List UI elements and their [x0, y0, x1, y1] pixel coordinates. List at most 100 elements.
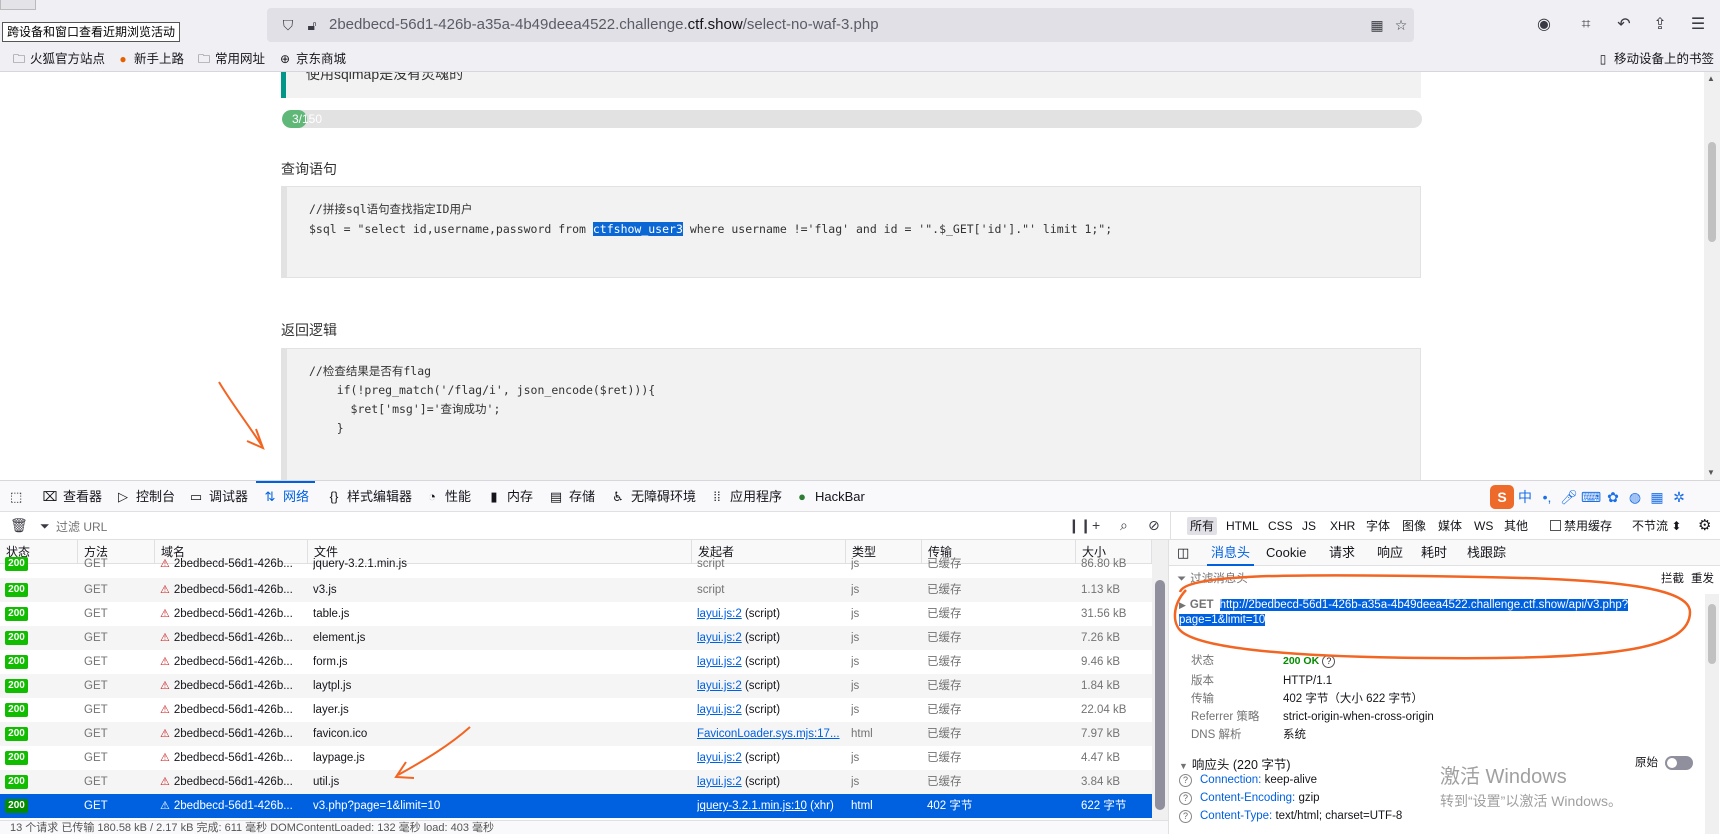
- table-row[interactable]: 200 GET ⚠ 2bedbecd-56d1-426b... jquery-3.2.1…: [0, 552, 1152, 576]
- search-icon[interactable]: ⌕: [1120, 517, 1128, 534]
- table-row[interactable]: 200 GET ⚠ 2bedbecd-56d1-426b... element.js la…: [0, 626, 1152, 650]
- table-row[interactable]: 200 GET ⚠ 2bedbecd-56d1-426b... util.js layui…: [0, 770, 1152, 794]
- sogou-icon[interactable]: S: [1490, 485, 1514, 509]
- raw-toggle[interactable]: [1665, 756, 1693, 770]
- table-row[interactable]: 200 GET ⚠ 2bedbecd-56d1-426b... laypage.js la…: [0, 746, 1152, 770]
- tab-hackbar[interactable]: ● HackBar: [794, 481, 865, 512]
- star-icon[interactable]: ☆: [1392, 16, 1410, 34]
- tab-debugger[interactable]: ▭ 调试器: [188, 481, 248, 512]
- tab-response[interactable]: 响应: [1377, 540, 1403, 566]
- tab-timings[interactable]: 耗时: [1421, 540, 1447, 566]
- ime-mic-icon[interactable]: 🎤︎: [1558, 484, 1580, 510]
- cell-transfer: 402 字节: [927, 800, 973, 812]
- screenshot-icon[interactable]: ⌗: [1576, 15, 1596, 35]
- request-url-line[interactable]: ▶ GET http://2bedbecd-56d1-426b-a35a-4b49d…: [1179, 598, 1709, 628]
- filter-headers-input[interactable]: ⏷ 过滤消息头: [1177, 570, 1248, 586]
- tab-stack-trace[interactable]: 栈跟踪: [1467, 540, 1506, 566]
- details-scrollbar[interactable]: [1705, 594, 1719, 834]
- type-filter-js[interactable]: JS: [1299, 517, 1319, 535]
- tab-cookie[interactable]: Cookie: [1266, 540, 1306, 566]
- table-row[interactable]: 200 GET ⚠ 2bedbecd-56d1-426b... form.js layui…: [0, 650, 1152, 674]
- undo-icon[interactable]: ↶: [1614, 15, 1634, 35]
- filter-url-input[interactable]: 过滤 URL: [56, 518, 107, 535]
- tab-style-editor[interactable]: {} 样式编辑器: [326, 481, 412, 512]
- help-icon[interactable]: ?: [1179, 792, 1192, 805]
- selected-table-name[interactable]: ctfshow_user3: [592, 222, 683, 236]
- block-button[interactable]: 拦截: [1661, 570, 1684, 586]
- help-icon[interactable]: ?: [1179, 810, 1192, 823]
- cell-status: 200: [0, 552, 78, 576]
- account-icon[interactable]: ◉: [1534, 15, 1554, 35]
- qr-code-icon[interactable]: ▦: [1368, 16, 1386, 34]
- block-icon[interactable]: ⊘: [1148, 517, 1160, 534]
- tab-stub[interactable]: [0, 0, 36, 10]
- checkbox-box[interactable]: [1550, 520, 1561, 531]
- scroll-thumb[interactable]: [1708, 604, 1716, 664]
- mobile-bookmarks[interactable]: ▯ 移动设备上的书签: [1596, 50, 1714, 68]
- tab-application[interactable]: ⁞⁞ 应用程序: [709, 481, 782, 512]
- ime-settings-icon[interactable]: ✲: [1668, 484, 1690, 510]
- url-text[interactable]: 2bedbecd-56d1-426b-a35a-4b49deea4522.cha…: [329, 16, 879, 34]
- table-scrollbar[interactable]: [1152, 540, 1168, 820]
- pause-icon[interactable]: ❙❙: [1068, 517, 1091, 534]
- trash-icon[interactable]: 🗑︎: [10, 517, 28, 534]
- tab-request[interactable]: 请求: [1329, 540, 1355, 566]
- type-filter-ws[interactable]: WS: [1471, 517, 1496, 535]
- page-scrollbar[interactable]: ▲ ▼: [1704, 72, 1720, 480]
- help-icon[interactable]: ?: [1322, 655, 1336, 668]
- disable-cache-checkbox[interactable]: 禁用缓存: [1547, 517, 1615, 535]
- bookmark-item[interactable]: ⊕ 京东商城: [278, 50, 346, 68]
- table-row[interactable]: 200 GET ⚠ 2bedbecd-56d1-426b... v3.js script j…: [0, 578, 1152, 602]
- response-headers-toggle[interactable]: ▼ 响应头 (220 字节): [1179, 754, 1291, 773]
- tab-network[interactable]: ⇅ 网络: [256, 481, 316, 512]
- tab-headers[interactable]: 消息头: [1207, 540, 1255, 566]
- type-filter-html[interactable]: HTML: [1223, 517, 1262, 535]
- type-filter-media[interactable]: 媒体: [1435, 517, 1465, 535]
- expand-icon[interactable]: ▶: [1179, 600, 1186, 610]
- ime-keyboard-icon[interactable]: ⌨: [1580, 484, 1602, 510]
- scroll-thumb[interactable]: [1708, 142, 1716, 242]
- table-row[interactable]: 200 GET ⚠ 2bedbecd-56d1-426b... v3.php?page=…: [0, 794, 1152, 818]
- type-filter-other[interactable]: 其他: [1501, 517, 1531, 535]
- scroll-down-icon[interactable]: ▼: [1707, 468, 1715, 477]
- scroll-thumb[interactable]: [1155, 580, 1165, 810]
- panel-toggle-icon[interactable]: ◫: [1177, 540, 1189, 566]
- table-row[interactable]: 200 GET ⚠ 2bedbecd-56d1-426b... layer.js layu…: [0, 698, 1152, 722]
- plus-icon[interactable]: +: [1092, 517, 1100, 533]
- bookmark-item[interactable]: ● 新手上路: [116, 50, 184, 68]
- tab-inspector[interactable]: ⌧ 查看器: [42, 481, 103, 512]
- scroll-up-icon[interactable]: ▲: [1707, 74, 1715, 83]
- type-filter-font[interactable]: 字体: [1363, 517, 1393, 535]
- tab-storage[interactable]: ▤ 存储: [548, 481, 595, 512]
- table-row[interactable]: 200 GET ⚠ 2bedbecd-56d1-426b... laytpl.js lay…: [0, 674, 1152, 698]
- table-row[interactable]: 200 GET ⚠ 2bedbecd-56d1-426b... table.js layu…: [0, 602, 1152, 626]
- ime-game-icon[interactable]: ◍: [1624, 484, 1646, 510]
- type-filter-image[interactable]: 图像: [1399, 517, 1429, 535]
- tab-memory[interactable]: ▮ 内存: [486, 481, 533, 512]
- pick-element-icon[interactable]: ⬚: [10, 481, 22, 512]
- type-filter-xhr[interactable]: XHR: [1327, 517, 1358, 535]
- type-filter-css[interactable]: CSS: [1265, 517, 1296, 535]
- tab-accessibility[interactable]: ♿︎ 无障碍环境: [610, 481, 696, 512]
- url-bar[interactable]: ⛉ 🔓︎ 2bedbecd-56d1-426b-a35a-4b49deea452…: [267, 8, 1414, 42]
- tab-console[interactable]: ▷ 控制台: [115, 481, 175, 512]
- help-icon[interactable]: ?: [1179, 774, 1192, 787]
- share-icon[interactable]: ⇪: [1650, 15, 1670, 35]
- insecure-lock-icon[interactable]: 🔓︎: [303, 16, 321, 34]
- ime-skin-icon[interactable]: ✿: [1602, 484, 1624, 510]
- menu-icon[interactable]: ☰: [1688, 15, 1708, 35]
- type-filter-all[interactable]: 所有: [1187, 517, 1218, 535]
- bookmark-item[interactable]: 🗀 火狐官方站点: [12, 50, 105, 68]
- table-row[interactable]: 200 GET ⚠ 2bedbecd-56d1-426b... favicon.ico F…: [0, 722, 1152, 746]
- ime-punct-icon[interactable]: •,: [1536, 484, 1558, 510]
- ime-chinese-icon[interactable]: 中: [1514, 484, 1536, 510]
- gear-icon[interactable]: ⚙: [1695, 517, 1714, 535]
- bookmark-item[interactable]: 🗀 常用网址: [197, 50, 265, 68]
- tab-performance[interactable]: ◔ 性能: [424, 481, 471, 512]
- resend-button[interactable]: 重发: [1691, 570, 1714, 586]
- ime-apps-icon[interactable]: ▦: [1646, 484, 1668, 510]
- throttle-select[interactable]: 不节流 ⬍: [1629, 517, 1684, 535]
- request-url[interactable]: http://2bedbecd-56d1-426b-a35a-4b49deea4…: [1179, 599, 1629, 626]
- shield-icon[interactable]: ⛉: [279, 16, 297, 34]
- insecure-lock-icon: ⚠: [160, 776, 170, 788]
